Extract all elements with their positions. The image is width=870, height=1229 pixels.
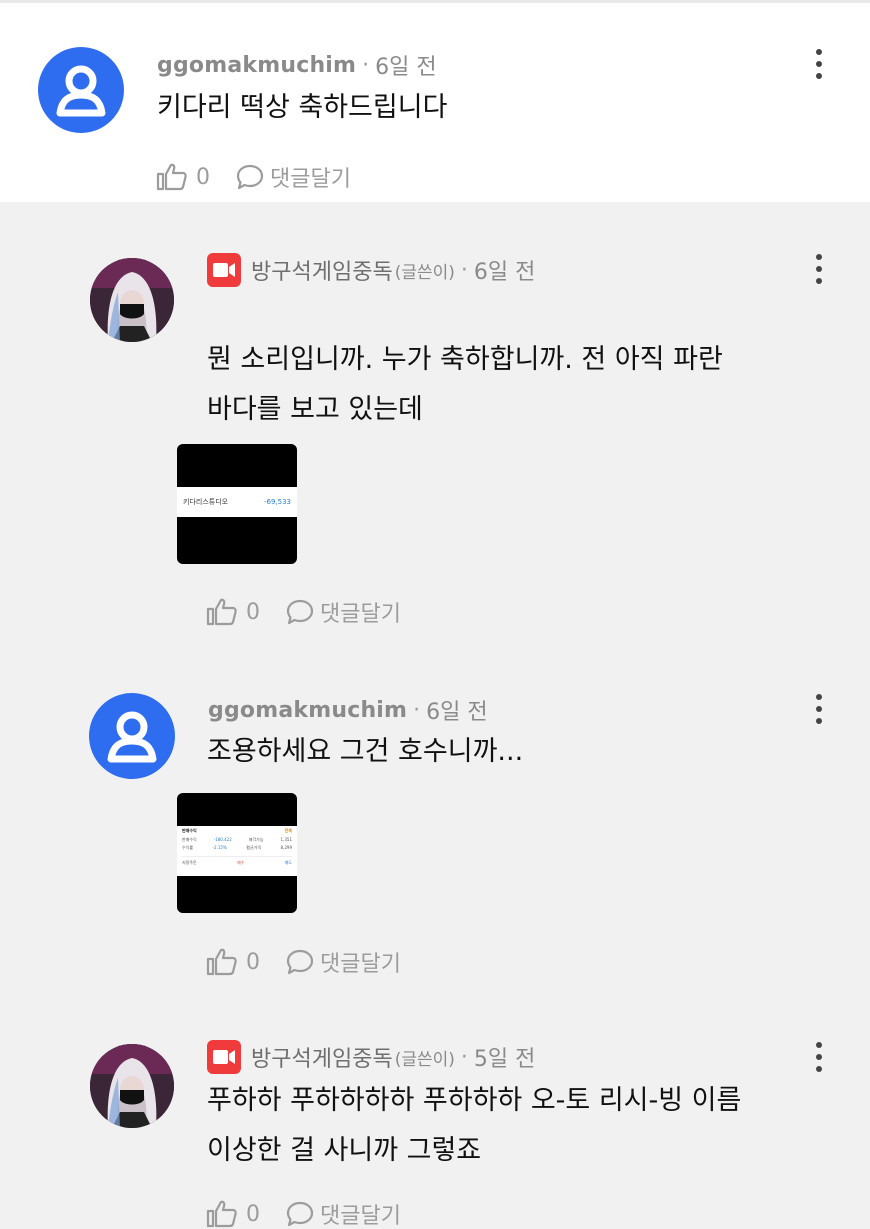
reply-button[interactable]: 댓글달기 (270, 161, 351, 193)
reply-button[interactable]: 댓글달기 (320, 946, 401, 978)
reply-button[interactable]: 댓글달기 (320, 1198, 401, 1229)
reply-bubble-icon[interactable] (286, 1201, 314, 1227)
reply-bubble-icon[interactable] (286, 599, 314, 625)
avatar[interactable] (90, 258, 174, 342)
profile-photo-image (90, 1044, 174, 1128)
reply-card: 방구석게임중독 (글쓴이) · 5일 전 푸하하 푸하하하하 푸하하하 오-토 … (0, 1018, 870, 1229)
comment-body: 조용하세요 그건 호수니까... (207, 736, 524, 767)
more-options-icon[interactable] (809, 254, 829, 294)
author-name[interactable]: ggomakmuchim (157, 53, 356, 78)
video-camera-icon (207, 253, 241, 287)
author-name[interactable]: ggomakmuchim (208, 698, 407, 723)
comment-time: 5일 전 (473, 1047, 536, 1072)
comment-body: 키다리 떡상 축하드립니다 (157, 92, 448, 123)
comment-actions: 0 댓글달기 (206, 1198, 401, 1229)
author-name[interactable]: 방구석게임중독 (251, 1041, 393, 1073)
comment-actions: 0 댓글달기 (206, 946, 401, 978)
reply-card: 방구석게임중독 (글쓴이) · 6일 전 뭔 소리입니까. 누가 축하합니까. … (0, 202, 870, 668)
comment-body: 푸하하 푸하하하하 푸하하하 오-토 리시-빙 이름 이상한 걸 사니까 그렇죠 (207, 1085, 742, 1166)
comment-time: 6일 전 (426, 700, 488, 725)
author-badge: (글쓴이) (394, 1049, 455, 1070)
default-user-icon (56, 65, 106, 117)
comment-actions: 0 댓글달기 (206, 596, 401, 628)
like-icon[interactable] (156, 163, 188, 191)
comment-card: ggomakmuchim · 6일 전 키다리 떡상 축하드립니다 0 댓글달기 (0, 0, 870, 202)
reply-bubble-icon[interactable] (236, 164, 264, 190)
like-count: 0 (246, 1201, 260, 1227)
more-options-icon[interactable] (809, 49, 829, 89)
default-user-icon (107, 711, 157, 763)
video-camera-icon (207, 1040, 241, 1074)
comment-time: 6일 전 (375, 55, 437, 80)
like-count: 0 (246, 599, 260, 625)
comment-meta: 방구석게임중독 (글쓴이) · 6일 전 (207, 253, 535, 287)
attachment-image[interactable]: 키다리스튜디오 -69,533 (177, 444, 297, 564)
like-icon[interactable] (206, 598, 238, 626)
comment-actions: 0 댓글달기 (156, 161, 351, 193)
author-name[interactable]: 방구석게임중독 (251, 254, 393, 286)
like-count: 0 (246, 949, 260, 975)
like-icon[interactable] (206, 1200, 238, 1228)
author-badge: (글쓴이) (394, 262, 455, 283)
avatar[interactable] (89, 693, 175, 779)
avatar[interactable] (38, 47, 124, 133)
more-options-icon[interactable] (809, 694, 829, 734)
comment-meta: ggomakmuchim · 6일 전 (157, 49, 437, 81)
comment-body: 뭔 소리입니까. 누가 축하합니까. 전 아직 파란 바다를 보고 있는데 (207, 344, 723, 425)
comment-meta: 방구석게임중독 (글쓴이) · 5일 전 (207, 1040, 535, 1074)
reply-bubble-icon[interactable] (286, 949, 314, 975)
reply-button[interactable]: 댓글달기 (320, 596, 401, 628)
attachment-image[interactable]: 판매수익 전체 판매수익 -180,422 매각가능 1,351 수익률 -2.… (177, 793, 297, 913)
profile-photo-image (90, 258, 174, 342)
attachment-stock-name: 키다리스튜디오 (183, 498, 229, 506)
more-options-icon[interactable] (809, 1042, 829, 1082)
attachment-stock-value: -69,533 (263, 498, 291, 506)
like-count: 0 (196, 164, 210, 190)
comment-time: 6일 전 (473, 260, 536, 285)
avatar[interactable] (90, 1044, 174, 1128)
like-icon[interactable] (206, 948, 238, 976)
comment-meta: ggomakmuchim · 6일 전 (208, 694, 488, 726)
reply-card: ggomakmuchim · 6일 전 조용하세요 그건 호수니까... 판매수… (0, 668, 870, 1018)
